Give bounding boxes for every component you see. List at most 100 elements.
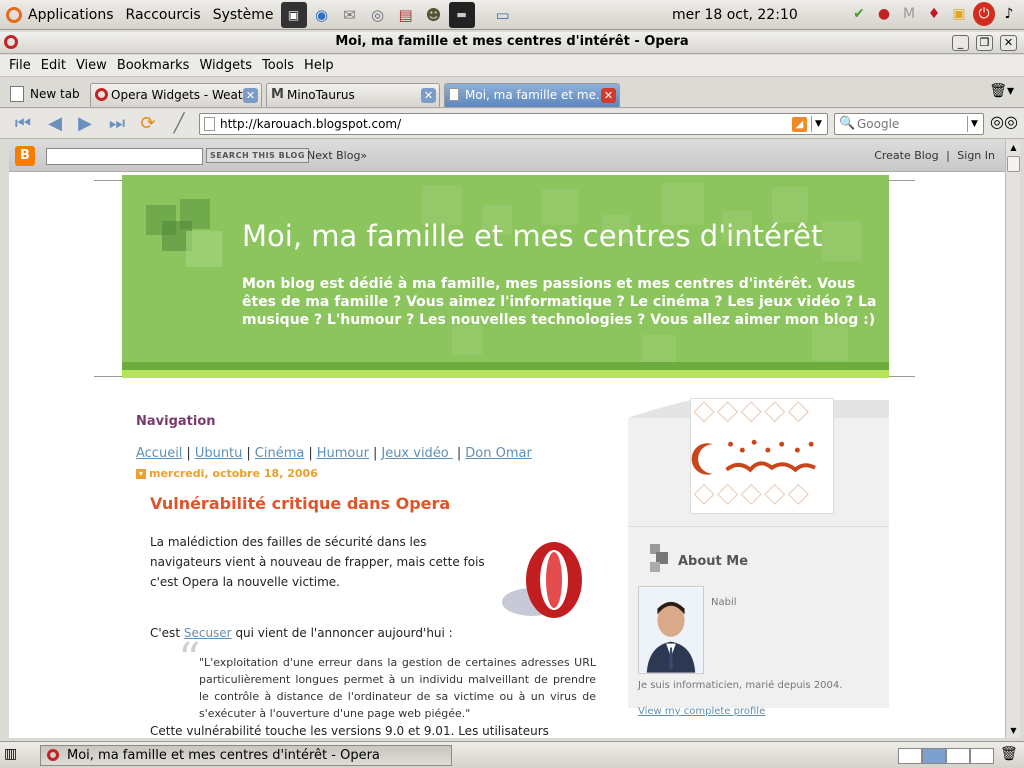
opera-tray-icon[interactable]: ● [873,2,895,26]
menu-help[interactable]: Help [299,58,339,73]
tab-bar: New tab Opera Widgets - Weat... ✕ M Mino… [0,78,1024,108]
profile-photo[interactable] [638,586,704,674]
blog-search-input[interactable] [46,148,203,165]
nav-link-ubuntu[interactable]: Ubuntu [195,446,243,461]
address-dropdown-icon[interactable]: ▼ [811,116,825,132]
clock[interactable]: mer 18 oct, 22:10 [672,0,798,30]
menu-widgets[interactable]: Widgets [194,58,257,73]
maximize-button[interactable]: ❐ [976,35,993,51]
workspace-2[interactable] [922,748,946,764]
tab-label: MinoTaurus [287,88,355,102]
workspace-4[interactable] [970,748,994,764]
post-paragraph: La malédiction des failles de sécurité d… [150,535,485,589]
separator: | [946,149,950,162]
search-engine-dropdown-icon[interactable]: ▼ [967,116,981,132]
nav-link-cinema[interactable]: Cinéma [255,446,305,461]
workspace-1[interactable] [898,748,922,764]
profile-bio: Je suis informaticien, marié depuis 2004… [638,680,843,691]
trash-icon[interactable]: 🗑 [1000,746,1018,762]
menu-file[interactable]: File [4,58,36,73]
monitor-launcher-icon[interactable]: ▭ [490,2,516,28]
nav-link-don-omar[interactable]: Don Omar [465,446,532,461]
workspace-3[interactable] [946,748,970,764]
ubuntu-logo-icon[interactable] [6,6,22,23]
post-paragraph: Cette vulnérabilité touche les versions … [150,724,549,738]
scroll-thumb[interactable] [1007,156,1020,172]
close-window-button[interactable]: ✕ [1000,35,1017,51]
menu-view[interactable]: View [71,58,112,73]
new-tab-button[interactable]: New tab [8,81,80,107]
window-titlebar[interactable]: Moi, ma famille et mes centres d'intérêt… [0,32,1024,54]
closed-tabs-trash-icon[interactable]: 🗑▾ [989,83,1014,99]
separator: | [456,446,462,461]
taskbar-opera-button[interactable]: Moi, ma famille et mes centres d'intérêt… [40,745,452,766]
reload-button[interactable]: ⟳ [135,112,161,136]
close-tab-icon[interactable]: ✕ [601,88,616,103]
blog-description: Mon blog est dédié à ma famille, mes pas… [242,276,877,328]
nav-link-humour[interactable]: Humour [317,446,369,461]
wand-button[interactable]: ╱ [166,112,192,136]
page-icon [204,117,215,131]
view-profile-link[interactable]: View my complete profile [638,706,765,717]
zoom-glasses-icon[interactable]: ◎◎ [990,112,1018,131]
network-lock-icon[interactable]: ▣ [948,2,970,26]
opera-icon [47,749,59,761]
globe-launcher-icon[interactable]: ◉ [309,2,335,28]
terminal-launcher-icon[interactable]: ▣ [280,1,307,28]
menu-systeme[interactable]: Système [207,0,280,30]
page-viewport: B SEARCH THIS BLOG Next Blog» Create Blo… [9,140,1005,738]
scroll-down-arrow-icon[interactable]: ▼ [1006,723,1021,738]
next-blog-link[interactable]: Next Blog» [307,149,367,162]
power-icon[interactable]: ⏻ [973,2,995,26]
tab-minotaurus[interactable]: M MinoTaurus ✕ [266,83,440,107]
opera-logo-icon [502,542,582,618]
sign-in-link[interactable]: Sign In [957,149,995,162]
fast-forward-button[interactable]: ⏭ [104,112,130,136]
forward-button[interactable]: ▶ [72,112,98,136]
search-field[interactable]: 🔍 ▼ [834,113,984,135]
console-launcher-icon[interactable]: ▬ [448,1,475,28]
show-desktop-icon[interactable]: ▥ [4,746,26,764]
menu-applications[interactable]: Applications [22,0,120,30]
tab-opera-widgets[interactable]: Opera Widgets - Weat... ✕ [90,83,262,107]
address-field[interactable]: ◢ ▼ [199,113,828,135]
address-input[interactable] [220,116,780,132]
search-input[interactable] [857,116,965,132]
blog-title[interactable]: Moi, ma famille et mes centres d'intérêt [242,219,822,253]
tab-moi-ma-famille[interactable]: Moi, ma famille et me... ✕ [444,83,620,107]
rewind-button[interactable]: ⏮ [10,112,36,136]
header-decoration [186,231,222,267]
nav-link-accueil[interactable]: Accueil [136,446,182,461]
separator: | [186,446,191,461]
create-blog-link[interactable]: Create Blog [874,149,938,162]
nav-link-jeux-video[interactable]: Jeux vidéo [381,446,453,461]
post-title[interactable]: Vulnérabilité critique dans Opera [150,494,450,513]
close-tab-icon[interactable]: ✕ [421,88,436,103]
menu-edit[interactable]: Edit [36,58,71,73]
blogger-navbar: B SEARCH THIS BLOG Next Blog» Create Blo… [9,140,1005,172]
header-bottom-strip [122,370,889,378]
update-check-icon[interactable]: ✔ [848,2,870,26]
header-bottom-bar [122,362,889,370]
menu-raccourcis[interactable]: Raccourcis [120,0,207,30]
scroll-up-arrow-icon[interactable]: ▲ [1006,140,1021,155]
bottom-panel: ▥ Moi, ma famille et mes centres d'intér… [0,741,1024,768]
close-tab-icon[interactable]: ✕ [243,88,258,103]
gmail-icon[interactable]: M [898,2,920,26]
vertical-scrollbar[interactable]: ▲ ▼ [1005,140,1020,738]
volume-icon[interactable]: ♪ [998,2,1020,26]
rss-feed-icon[interactable]: ◢ [792,117,807,132]
profile-name[interactable]: Nabil [711,597,737,608]
minimize-button[interactable]: _ [952,35,969,51]
menu-tools[interactable]: Tools [257,58,299,73]
network-launcher-icon[interactable]: ◎ [365,2,391,28]
search-this-blog-button[interactable]: SEARCH THIS BLOG [206,148,309,163]
menu-bookmarks[interactable]: Bookmarks [112,58,195,73]
back-button[interactable]: ◀ [42,112,68,136]
mail-launcher-icon[interactable]: ✉ [337,2,363,28]
user-launcher-icon[interactable]: ☻ [421,2,447,28]
package-launcher-icon[interactable]: ▤ [393,2,419,28]
navigation-heading: Navigation [136,414,216,429]
blogger-logo-icon[interactable]: B [15,146,35,166]
ruby-icon[interactable]: ♦ [923,2,945,26]
